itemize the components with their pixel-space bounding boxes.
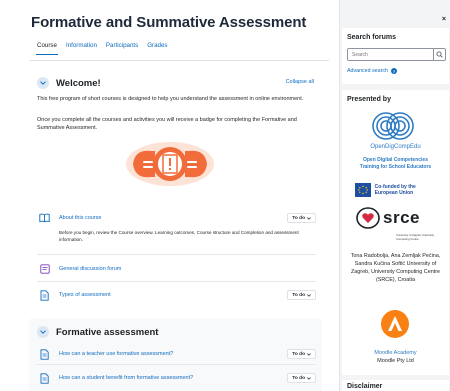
activity-link[interactable]: How can a teacher use formative assessme…	[59, 351, 173, 357]
moodle-academy-logo	[381, 310, 409, 338]
eu-flag-icon	[355, 183, 371, 197]
activity-link[interactable]: General discussion forum	[59, 266, 121, 272]
activity-description: Before you begin, review the Course over…	[59, 230, 299, 242]
activity-types-of-assessment: Types of assessment To do	[39, 288, 316, 302]
forum-icon	[39, 264, 50, 275]
srce-wordmark: srce	[383, 208, 420, 227]
todo-label: To do	[292, 351, 305, 357]
section-title: Welcome!	[56, 77, 101, 89]
chevron-down-icon	[307, 376, 311, 380]
tab-information[interactable]: Information	[66, 42, 97, 55]
chevron-down-icon	[307, 293, 311, 297]
search-icon	[436, 51, 443, 58]
chevron-down-icon	[307, 216, 311, 220]
section-welcome: Welcome! Collapse all This free program …	[29, 69, 322, 317]
opendigcompedu-logo	[372, 112, 414, 140]
advanced-search-link[interactable]: Advanced search ?	[347, 68, 397, 74]
help-icon[interactable]: ?	[390, 68, 397, 74]
activity-link[interactable]: About this course	[59, 215, 102, 221]
tab-course[interactable]: Course	[36, 42, 58, 55]
collapse-section-button[interactable]	[37, 326, 49, 338]
course-tabs: Course Information Participants Grades	[36, 42, 168, 55]
activity-link[interactable]: Types of assessment	[59, 292, 111, 298]
block-title: Disclaimer	[347, 383, 383, 390]
divider	[37, 254, 316, 255]
assessment-illustration	[126, 142, 214, 186]
tab-participants[interactable]: Participants	[106, 42, 138, 55]
collapse-all-link[interactable]: Collapse all	[286, 79, 314, 85]
opendigcompedu-subtitle: Open Digital Competencies Training for S…	[359, 157, 432, 170]
divider	[37, 281, 316, 282]
page-icon	[39, 372, 50, 384]
page-title: Formative and Summative Assessment	[31, 14, 307, 31]
search-input[interactable]	[347, 48, 434, 61]
todo-dropdown[interactable]: To do	[287, 373, 316, 383]
chevron-down-icon	[307, 352, 311, 356]
activity-link[interactable]: How can a student benefit from formative…	[59, 375, 193, 381]
todo-dropdown[interactable]: To do	[287, 213, 316, 223]
moodle-academy-name: Moodle Academy	[374, 350, 417, 356]
eu-funding-text: Co-funded by the European Union	[374, 184, 416, 196]
section-title: Formative assessment	[56, 326, 159, 338]
todo-dropdown[interactable]: To do	[287, 290, 316, 300]
todo-label: To do	[292, 215, 305, 221]
todo-dropdown[interactable]: To do	[287, 349, 316, 359]
block-drawer: × Search forums Advanced search ? Presen…	[339, 0, 450, 391]
eu-funding-logo: Co-funded by the European Union	[355, 182, 438, 198]
activity-discussion-forum: General discussion forum	[39, 262, 316, 276]
block-title: Presented by	[347, 96, 391, 103]
page-icon	[39, 289, 50, 301]
todo-label: To do	[292, 292, 305, 298]
activity-student-formative: How can a student benefit from formative…	[39, 371, 316, 385]
book-icon	[39, 213, 50, 224]
section-formative-assessment: Formative assessment How can a teacher u…	[29, 318, 322, 391]
disclaimer-block: Disclaimer	[342, 380, 449, 391]
activity-about-course: About this course To do	[39, 211, 316, 225]
close-drawer-icon[interactable]: ×	[442, 16, 446, 23]
authors-text: Tona Radobolja, Ana Zemljak Pećina, Sand…	[350, 253, 441, 283]
chevron-down-icon	[40, 81, 46, 85]
chevron-down-icon	[40, 330, 46, 334]
divider	[37, 364, 316, 365]
course-main: Formative and Summative Assessment Cours…	[0, 0, 339, 391]
section-header: Formative assessment	[37, 326, 158, 338]
srce-logo: srce	[356, 207, 420, 229]
block-title: Search forums	[347, 34, 397, 41]
search-forums-block: Search forums Advanced search ?	[342, 28, 449, 84]
srce-subtitle: University of Zagreb University Computin…	[396, 233, 435, 241]
todo-label: To do	[292, 375, 305, 381]
section-header: Welcome!	[37, 77, 101, 89]
page-icon	[39, 348, 50, 360]
search-button[interactable]	[434, 48, 446, 61]
moodle-academy-subtitle: Moodle Pty Ltd	[377, 358, 414, 364]
activity-teacher-formative: How can a teacher use formative assessme…	[39, 347, 316, 361]
welcome-paragraph-2: Once you complete all the courses and ac…	[37, 117, 297, 131]
collapse-section-button[interactable]	[37, 77, 49, 89]
tab-grades[interactable]: Grades	[147, 42, 167, 55]
srce-heart-icon	[356, 207, 380, 229]
presented-by-block: Presented by OpenDigCompEdu Open Digital…	[342, 90, 449, 375]
opendigcompedu-name: OpenDigCompEdu	[370, 144, 421, 150]
tabs-divider	[30, 60, 329, 61]
search-forums-form	[347, 48, 446, 61]
advanced-search-label: Advanced search	[347, 68, 388, 74]
welcome-paragraph-1: This free program of short courses is de…	[37, 96, 304, 102]
